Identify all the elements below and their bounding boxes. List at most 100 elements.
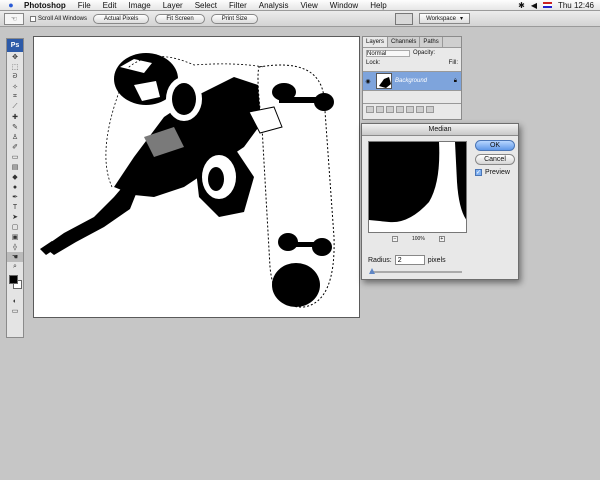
preview-artwork — [369, 142, 466, 223]
radius-input[interactable] — [394, 255, 425, 265]
lasso-icon[interactable]: ᘐ — [7, 72, 23, 82]
trash-icon[interactable] — [426, 106, 434, 113]
lock-row: Lock: Fill: — [363, 58, 461, 68]
magic-wand-icon[interactable]: ✧ — [7, 82, 23, 92]
foreground-color-swatch[interactable] — [9, 275, 18, 284]
type-icon[interactable]: T — [7, 202, 23, 212]
menu-layer[interactable]: Layer — [157, 1, 189, 10]
eye-icon[interactable]: ◉ — [363, 78, 373, 85]
menu-extras: ✱ ◀ Thu 12:46 — [518, 1, 600, 10]
radius-label: Radius: — [368, 256, 392, 264]
dodge-icon[interactable]: ● — [7, 182, 23, 192]
tab-channels[interactable]: Channels — [388, 37, 421, 47]
scroll-all-windows-option[interactable]: Scroll All Windows — [30, 15, 88, 22]
folder-icon[interactable] — [406, 106, 414, 113]
adjustment-icon[interactable] — [396, 106, 404, 113]
crop-icon[interactable]: ⌗ — [7, 92, 23, 102]
tab-paths[interactable]: Paths — [420, 37, 443, 47]
fit-screen-button[interactable]: Fit Screen — [155, 13, 205, 24]
bluetooth-icon[interactable]: ✱ — [518, 1, 525, 10]
median-dialog: Median − 100% + OK Cancel ✓ Preview Radi… — [361, 123, 519, 280]
menu-file[interactable]: File — [72, 1, 97, 10]
workspace-label: Workspace — [426, 15, 456, 22]
layers-footer — [363, 103, 461, 115]
link-icon[interactable] — [366, 106, 374, 113]
print-size-button[interactable]: Print Size — [210, 13, 259, 24]
preview-option[interactable]: ✓ Preview — [475, 169, 510, 176]
scroll-all-windows-label: Scroll All Windows — [38, 15, 88, 22]
color-swatches — [7, 272, 23, 296]
zoom-out-button[interactable]: − — [392, 236, 398, 242]
quick-mask-icon[interactable]: ◐ — [7, 296, 23, 306]
path-select-icon[interactable]: ➤ — [7, 212, 23, 222]
menu-image[interactable]: Image — [122, 1, 156, 10]
zoom-icon[interactable]: ⌕ — [7, 262, 23, 272]
layer-thumbnail — [376, 73, 392, 89]
tab-layers[interactable]: Layers — [363, 37, 389, 47]
preview-checkbox[interactable]: ✓ — [475, 169, 482, 176]
ps-logo[interactable]: Ps — [7, 39, 23, 52]
dialog-title[interactable]: Median — [362, 124, 518, 136]
menu-select[interactable]: Select — [189, 1, 223, 10]
workspace-menu[interactable]: Workspace ▾ — [419, 13, 470, 24]
clone-stamp-icon[interactable]: ♙ — [7, 132, 23, 142]
options-bar: ☜ Scroll All Windows Actual Pixels Fit S… — [0, 11, 600, 27]
blur-icon[interactable]: ◆ — [7, 172, 23, 182]
brush-icon[interactable]: ✎ — [7, 122, 23, 132]
menu-window[interactable]: Window — [324, 1, 364, 10]
menu-help[interactable]: Help — [364, 1, 392, 10]
menu-analysis[interactable]: Analysis — [253, 1, 295, 10]
skateboarder-artwork — [40, 53, 335, 308]
toolbox: Ps ✥ ⬚ ᘐ ✧ ⌗ ⟋ ✚ ✎ ♙ ✐ ▭ ▤ ◆ ● ✒ T ➤ ▢ ▣… — [6, 38, 24, 338]
slider-thumb[interactable] — [368, 268, 375, 274]
menu-view[interactable]: View — [295, 1, 324, 10]
layers-palette: Layers Channels Paths Normal Opacity: Lo… — [362, 36, 462, 120]
menu-app[interactable]: Photoshop — [18, 1, 72, 10]
gradient-icon[interactable]: ▤ — [7, 162, 23, 172]
ok-button[interactable]: OK — [475, 140, 515, 151]
filter-preview[interactable] — [368, 141, 467, 233]
input-flag-icon[interactable] — [542, 2, 552, 8]
blend-mode-select[interactable]: Normal — [366, 49, 410, 57]
zoom-in-button[interactable]: + — [438, 236, 445, 242]
chevron-down-icon: ▾ — [459, 16, 463, 22]
screen-mode-icon[interactable]: ▭ — [7, 306, 23, 316]
palette-well-icon[interactable] — [395, 12, 414, 25]
marquee-icon[interactable]: ⬚ — [7, 62, 23, 72]
actual-pixels-button[interactable]: Actual Pixels — [93, 13, 150, 24]
document-canvas[interactable] — [33, 36, 360, 318]
radius-unit: pixels — [427, 256, 446, 264]
cancel-button[interactable]: Cancel — [475, 154, 515, 165]
history-brush-icon[interactable]: ✐ — [7, 142, 23, 152]
hand-icon[interactable]: ☚ — [7, 252, 23, 262]
notes-icon[interactable]: ▣ — [7, 232, 23, 242]
new-layer-icon[interactable] — [416, 106, 424, 113]
lock-icon: 🔒︎ — [453, 77, 457, 84]
fx-icon[interactable] — [376, 106, 384, 113]
menu-filter[interactable]: Filter — [223, 1, 253, 10]
menu-edit[interactable]: Edit — [97, 1, 123, 10]
radius-row: Radius: pixels — [368, 255, 446, 265]
eraser-icon[interactable]: ▭ — [7, 152, 23, 162]
scroll-all-windows-checkbox[interactable] — [30, 15, 36, 22]
healing-icon[interactable]: ✚ — [7, 112, 23, 122]
volume-icon[interactable]: ◀ — [531, 1, 537, 10]
layer-background[interactable]: ◉ Background 🔒︎ — [363, 71, 461, 91]
clock[interactable]: Thu 12:46 — [558, 1, 594, 10]
slice-icon[interactable]: ⟋ — [7, 102, 23, 112]
menu-bar: ● Photoshop File Edit Image Layer Select… — [0, 0, 600, 11]
mask-icon[interactable] — [386, 106, 394, 113]
pen-icon[interactable]: ✒ — [7, 192, 23, 202]
radius-slider[interactable] — [368, 268, 462, 274]
shape-icon[interactable]: ▢ — [7, 222, 23, 232]
layer-name: Background — [395, 78, 428, 84]
tool-preset-hand-icon[interactable]: ☜ — [4, 12, 24, 25]
apple-icon[interactable]: ● — [4, 0, 18, 10]
blend-row: Normal Opacity: — [363, 48, 461, 58]
zoom-controls: − 100% + — [392, 236, 445, 242]
opacity-label: Opacity: — [413, 50, 436, 56]
eyedropper-icon[interactable]: ⟠ — [7, 242, 23, 252]
move-icon[interactable]: ✥ — [7, 52, 23, 62]
lock-label: Lock: — [366, 60, 381, 66]
zoom-level: 100% — [412, 236, 425, 242]
